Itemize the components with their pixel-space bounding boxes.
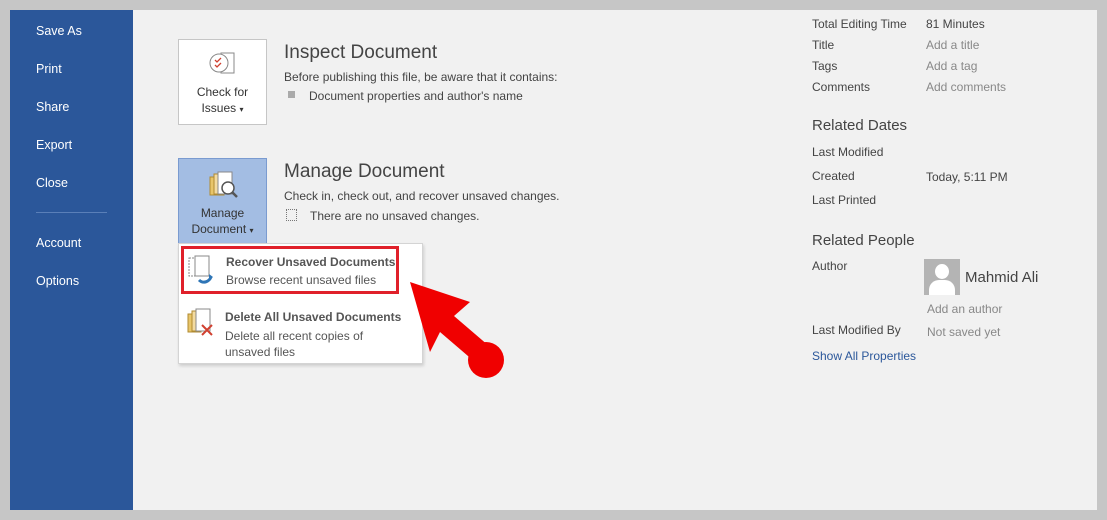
created-label: Created <box>812 169 855 183</box>
backstage-info-page: Save As Print Share Export Close Account… <box>10 10 1097 510</box>
recover-icon <box>188 255 213 284</box>
bullet-icon <box>288 91 295 98</box>
inspect-document-title: Inspect Document <box>284 42 438 63</box>
sidebar-item-share[interactable]: Share <box>36 100 69 114</box>
manage-status: There are no unsaved changes. <box>310 209 480 223</box>
check-for-issues-button[interactable]: Check for Issues ▾ <box>178 39 267 125</box>
sidebar-item-account[interactable]: Account <box>36 236 81 250</box>
sidebar-item-export[interactable]: Export <box>36 138 72 152</box>
author-label: Author <box>812 259 848 273</box>
sidebar-item-options[interactable]: Options <box>36 274 79 288</box>
manage-document-menu: Recover Unsaved Documents Browse recent … <box>178 243 423 364</box>
delete-title: Delete All Unsaved Documents <box>225 310 402 324</box>
last-modified-by-label: Last Modified By <box>812 323 901 337</box>
delete-documents-icon <box>187 308 213 336</box>
sidebar-item-save-as[interactable]: Save As <box>36 24 82 38</box>
last-modified-by-value: Not saved yet <box>927 325 1001 339</box>
inspect-icon <box>209 52 234 74</box>
manage-document-label-2: Document ▾ <box>191 222 254 236</box>
prop-value-comments[interactable]: Add comments <box>926 80 1006 94</box>
delete-desc-2: unsaved files <box>225 345 296 359</box>
last-printed-label: Last Printed <box>812 193 877 207</box>
manage-document-label: Manage <box>200 206 245 220</box>
check-for-issues-label-2: Issues ▾ <box>201 101 244 115</box>
prop-label-title: Title <box>812 38 835 52</box>
delete-all-unsaved-documents-item[interactable]: Delete All Unsaved Documents Delete all … <box>181 304 421 360</box>
check-for-issues-label: Check for <box>196 85 249 99</box>
sidebar-item-print[interactable]: Print <box>36 62 62 76</box>
inspect-document-desc: Before publishing this file, be aware th… <box>284 70 558 84</box>
show-all-properties-link[interactable]: Show All Properties <box>812 349 916 363</box>
red-arrow-annotation <box>410 282 504 378</box>
prop-label-editing-time: Total Editing Time <box>812 17 907 31</box>
last-modified-label: Last Modified <box>812 145 884 159</box>
author-name[interactable]: Mahmid Ali <box>965 269 1038 286</box>
prop-value-title[interactable]: Add a title <box>926 38 979 52</box>
inspect-bullet: Document properties and author's name <box>309 89 523 103</box>
author-avatar <box>924 259 960 295</box>
manage-document-icon <box>209 171 238 198</box>
created-value: Today, 5:11 PM <box>926 170 1008 184</box>
manage-document-title: Manage Document <box>284 161 445 182</box>
document-icon <box>286 209 297 221</box>
delete-desc: Delete all recent copies of <box>225 329 364 343</box>
prop-label-tags: Tags <box>812 59 838 73</box>
manage-document-button[interactable]: Manage Document ▾ <box>178 158 267 244</box>
backstage-sidebar: Save As Print Share Export Close Account… <box>10 10 133 510</box>
prop-value-tags[interactable]: Add a tag <box>926 59 977 73</box>
recover-desc: Browse recent unsaved files <box>226 273 377 287</box>
sidebar-item-close[interactable]: Close <box>36 176 68 190</box>
related-dates-heading: Related Dates <box>812 117 908 134</box>
sidebar-divider <box>36 212 107 213</box>
manage-document-desc: Check in, check out, and recover unsaved… <box>284 189 560 203</box>
prop-label-comments: Comments <box>812 80 871 94</box>
related-people-heading: Related People <box>812 232 915 249</box>
recover-unsaved-documents-item[interactable]: Recover Unsaved Documents Browse recent … <box>181 246 399 294</box>
prop-value-editing-time: 81 Minutes <box>926 17 985 31</box>
add-author-link[interactable]: Add an author <box>927 302 1002 316</box>
recover-title: Recover Unsaved Documents <box>226 255 396 269</box>
